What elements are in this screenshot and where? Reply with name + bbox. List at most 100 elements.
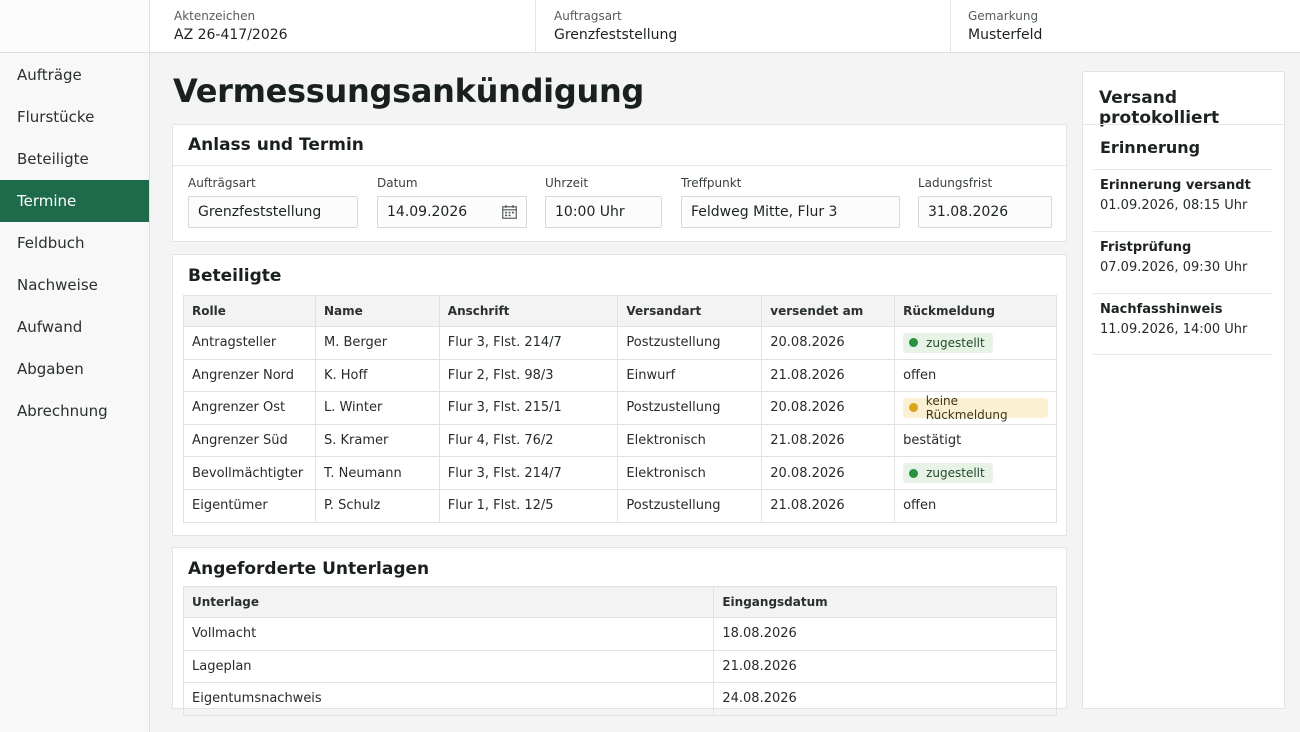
treffpunkt-input[interactable]: Feldweg Mitte, Flur 3 [681, 196, 900, 228]
ladungsfrist-field: Ladungsfrist 31.08.2026 [918, 175, 1052, 228]
list-item[interactable]: Fristprüfung 07.09.2026, 09:30 Uhr [1093, 231, 1272, 293]
cell-anschrift: Flur 3, Flst. 215/1 [438, 391, 619, 425]
datum-input[interactable]: 14.09.2026 [377, 196, 527, 228]
cell-name: K. Hoff [314, 358, 440, 393]
table-row[interactable]: Antragsteller M. Berger Flur 3, Flst. 21… [183, 326, 1057, 360]
sidebar-item-auftraege[interactable]: Aufträge [0, 54, 149, 96]
cell-unterlage: Eigentumsnachweis [182, 682, 715, 716]
list-item[interactable]: Erinnerung versandt 01.09.2026, 08:15 Uh… [1093, 169, 1272, 231]
column-header-versandart[interactable]: Versandart [617, 295, 763, 327]
versand-log-list: Erinnerung versandt 01.09.2026, 08:15 Uh… [1093, 169, 1272, 355]
cell-versendet: 20.08.2026 [761, 456, 896, 490]
page-title: Vermessungsankündigung [173, 72, 645, 110]
aktenzeichen-value: AZ 26-417/2026 [174, 27, 288, 43]
table-header-row: Unterlage Eingangsdatum [182, 586, 1057, 618]
sidebar: Aufträge Flurstücke Beteiligte Termine F… [0, 0, 150, 732]
versand-divider [1083, 124, 1284, 125]
versand-subtitle: Erinnerung [1100, 138, 1201, 157]
gemarkung-label: Gemarkung [968, 9, 1039, 23]
column-header-anschrift[interactable]: Anschrift [438, 295, 619, 327]
ladungsfrist-input[interactable]: 31.08.2026 [918, 196, 1052, 228]
cell-rueckmeldung: zugestellt [894, 456, 1057, 490]
cell-name: P. Schulz [314, 488, 440, 523]
cell-versandart: Elektronisch [617, 456, 763, 490]
cell-versandart: Postzustellung [617, 326, 763, 360]
table-row[interactable]: Lageplan 21.08.2026 [182, 649, 1057, 684]
log-item-time: 01.09.2026, 08:15 Uhr [1100, 198, 1248, 213]
beteiligte-card: Beteiligte Rolle Name Anschrift Versanda… [172, 254, 1067, 536]
uhrzeit-field-label: Uhrzeit [545, 176, 589, 190]
termin-card-title: Anlass und Termin [188, 135, 364, 155]
table-row[interactable]: Angrenzer Süd S. Kramer Flur 4, Flst. 76… [183, 423, 1057, 458]
cell-name: T. Neumann [314, 456, 440, 490]
column-header-rolle[interactable]: Rolle [183, 295, 316, 327]
log-item-title: Fristprüfung [1100, 240, 1192, 255]
cell-anschrift: Flur 4, Flst. 76/2 [438, 423, 619, 458]
unterlagen-card-title: Angeforderte Unterlagen [188, 559, 430, 579]
status-dot-icon [909, 338, 919, 348]
case-header: Aktenzeichen AZ 26-417/2026 Auftragsart … [150, 0, 1300, 53]
unterlagen-table: Unterlage Eingangsdatum Vollmacht 18.08.… [182, 586, 1057, 716]
table-row[interactable]: Eigentümer P. Schulz Flur 1, Flst. 12/5 … [183, 488, 1057, 523]
sidebar-item-abgaben[interactable]: Abgaben [0, 348, 149, 390]
cell-versendet: 20.08.2026 [761, 326, 896, 360]
column-header-versendet-am[interactable]: versendet am [761, 295, 896, 327]
unterlagen-card: Angeforderte Unterlagen Unterlage Eingan… [172, 547, 1067, 716]
column-header-name[interactable]: Name [314, 295, 440, 327]
cell-name: M. Berger [314, 326, 440, 360]
sidebar-item-feldbuch[interactable]: Feldbuch [0, 222, 149, 264]
versand-panel: Versand protokolliert Erinnerung Erinner… [1082, 71, 1285, 709]
status-badge: zugestellt [903, 332, 993, 353]
column-header-rueckmeldung[interactable]: Rückmeldung [894, 295, 1057, 327]
cell-rueckmeldung: offen [894, 358, 1057, 393]
sidebar-item-termine[interactable]: Termine [0, 180, 149, 222]
cell-versandart: Einwurf [617, 358, 763, 393]
uhrzeit-input[interactable]: 10:00 Uhr [545, 196, 662, 228]
cell-name: L. Winter [314, 391, 440, 425]
cell-anschrift: Flur 3, Flst. 214/7 [438, 326, 619, 360]
auftragsart-cell: Auftragsart Grenzfeststellung [536, 0, 951, 52]
cell-versendet: 21.08.2026 [761, 358, 896, 393]
cell-rolle: Angrenzer Nord [183, 358, 316, 393]
table-row[interactable]: Angrenzer Ost L. Winter Flur 3, Flst. 21… [183, 391, 1057, 425]
treffpunkt-field: Treffpunkt Feldweg Mitte, Flur 3 [681, 175, 900, 228]
versand-panel-title: Versand protokolliert [1099, 88, 1220, 128]
uhrzeit-field: Uhrzeit 10:00 Uhr [545, 175, 662, 228]
cell-name: S. Kramer [314, 423, 440, 458]
calendar-icon[interactable] [502, 205, 517, 219]
cell-anschrift: Flur 1, Flst. 12/5 [438, 488, 619, 523]
sidebar-item-beteiligte[interactable]: Beteiligte [0, 138, 149, 180]
table-row[interactable]: Angrenzer Nord K. Hoff Flur 2, Flst. 98/… [183, 358, 1057, 393]
sidebar-item-aufwand[interactable]: Aufwand [0, 306, 149, 348]
list-item[interactable]: Nachfasshinweis 11.09.2026, 14:00 Uhr [1093, 293, 1272, 355]
gemarkung-cell: Gemarkung Musterfeld [951, 0, 1300, 52]
auftragsart-input[interactable]: Grenzfeststellung [188, 196, 358, 228]
cell-versandart: Postzustellung [617, 391, 763, 425]
cell-eingangsdatum: 21.08.2026 [713, 649, 1057, 684]
status-dot-icon [909, 403, 918, 413]
log-item-title: Nachfasshinweis [1100, 302, 1223, 317]
sidebar-item-abrechnung[interactable]: Abrechnung [0, 390, 149, 432]
ladungsfrist-field-label: Ladungsfrist [918, 176, 993, 190]
aktenzeichen-cell: Aktenzeichen AZ 26-417/2026 [150, 0, 536, 52]
column-header-eingangsdatum[interactable]: Eingangsdatum [713, 586, 1057, 618]
cell-versendet: 21.08.2026 [761, 488, 896, 523]
cell-rueckmeldung: offen [894, 488, 1057, 523]
datum-value: 14.09.2026 [387, 204, 468, 220]
table-header-row: Rolle Name Anschrift Versandart versende… [183, 295, 1057, 327]
table-row[interactable]: Eigentumsnachweis 24.08.2026 [182, 682, 1057, 716]
status-dot-icon [909, 468, 919, 478]
termin-divider [173, 165, 1066, 166]
sidebar-item-flurstuecke[interactable]: Flurstücke [0, 96, 149, 138]
auftragsart-label: Auftragsart [554, 9, 622, 23]
table-row[interactable]: Bevollmächtigter T. Neumann Flur 3, Flst… [183, 456, 1057, 490]
table-row[interactable]: Vollmacht 18.08.2026 [182, 617, 1057, 651]
cell-eingangsdatum: 18.08.2026 [713, 617, 1057, 651]
column-header-unterlage[interactable]: Unterlage [182, 586, 715, 618]
cell-versendet: 21.08.2026 [761, 423, 896, 458]
auftragsart-field-label: Aufträgsart [188, 176, 256, 190]
cell-rolle: Antragsteller [183, 326, 316, 360]
status-text: zugestellt [926, 335, 985, 350]
log-item-time: 11.09.2026, 14:00 Uhr [1100, 322, 1248, 337]
sidebar-item-nachweise[interactable]: Nachweise [0, 264, 149, 306]
